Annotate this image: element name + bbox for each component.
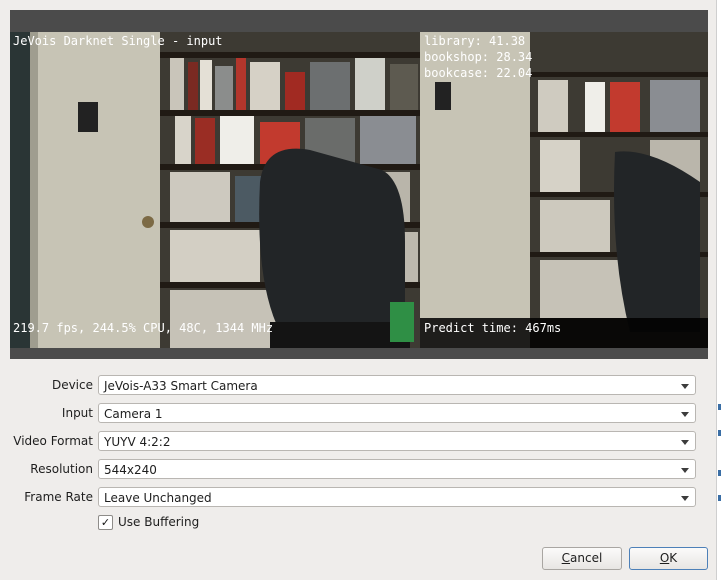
device-row: Device JeVois-A33 Smart Camera xyxy=(0,375,716,397)
predict-time-overlay: Predict time: 467ms xyxy=(424,321,562,335)
input-dropdown[interactable]: Camera 1 xyxy=(98,403,696,423)
frame-rate-value: Leave Unchanged xyxy=(104,491,212,505)
prediction-label-3: bookcase: 22.04 xyxy=(424,66,533,80)
use-buffering-label[interactable]: Use Buffering xyxy=(118,515,199,529)
chevron-down-icon xyxy=(681,412,689,417)
video-format-row: Video Format YUYV 4:2:2 xyxy=(0,431,716,453)
ok-accel-key: O xyxy=(659,551,670,565)
chevron-down-icon xyxy=(681,440,689,445)
device-label: Device xyxy=(51,378,93,392)
chevron-down-icon xyxy=(681,468,689,473)
video-format-value: YUYV 4:2:2 xyxy=(104,435,171,449)
use-buffering-checkbox[interactable]: ✓ xyxy=(98,515,113,530)
input-row: Input Camera 1 xyxy=(0,403,716,425)
input-label: Input xyxy=(61,406,93,420)
resolution-value: 544x240 xyxy=(104,463,157,477)
video-format-label: Video Format xyxy=(13,434,93,448)
camera-preview-video: JeVois Darknet Single - input 219.7 fps,… xyxy=(10,32,708,348)
frame-rate-row: Frame Rate Leave Unchanged xyxy=(0,487,716,509)
camera-preview-frame: JeVois Darknet Single - input 219.7 fps,… xyxy=(10,10,708,359)
preview-title-overlay: JeVois Darknet Single - input xyxy=(13,34,223,48)
chevron-down-icon xyxy=(681,384,689,389)
device-dropdown[interactable]: JeVois-A33 Smart Camera xyxy=(98,375,696,395)
frame-rate-dropdown[interactable]: Leave Unchanged xyxy=(98,487,696,507)
prediction-label-1: library: 41.38 xyxy=(424,34,526,48)
resolution-dropdown[interactable]: 544x240 xyxy=(98,459,696,479)
frame-rate-label: Frame Rate xyxy=(24,490,93,504)
resolution-row: Resolution 544x240 xyxy=(0,459,716,481)
input-value: Camera 1 xyxy=(104,407,163,421)
resolution-label: Resolution xyxy=(30,462,93,476)
ok-button[interactable]: OK xyxy=(629,547,708,570)
cancel-button[interactable]: Cancel xyxy=(542,547,622,570)
device-value: JeVois-A33 Smart Camera xyxy=(104,379,258,393)
cancel-label-rest: ancel xyxy=(570,551,603,565)
preview-stats-overlay: 219.7 fps, 244.5% CPU, 48C, 1344 MHz xyxy=(13,321,274,335)
preview-scene-image xyxy=(10,32,708,348)
ok-label-rest: K xyxy=(669,551,678,565)
video-format-dropdown[interactable]: YUYV 4:2:2 xyxy=(98,431,696,451)
chevron-down-icon xyxy=(681,496,689,501)
adjacent-window-edge xyxy=(716,0,721,580)
cancel-accel-key: C xyxy=(561,551,571,565)
prediction-label-2: bookshop: 28.34 xyxy=(424,50,533,64)
